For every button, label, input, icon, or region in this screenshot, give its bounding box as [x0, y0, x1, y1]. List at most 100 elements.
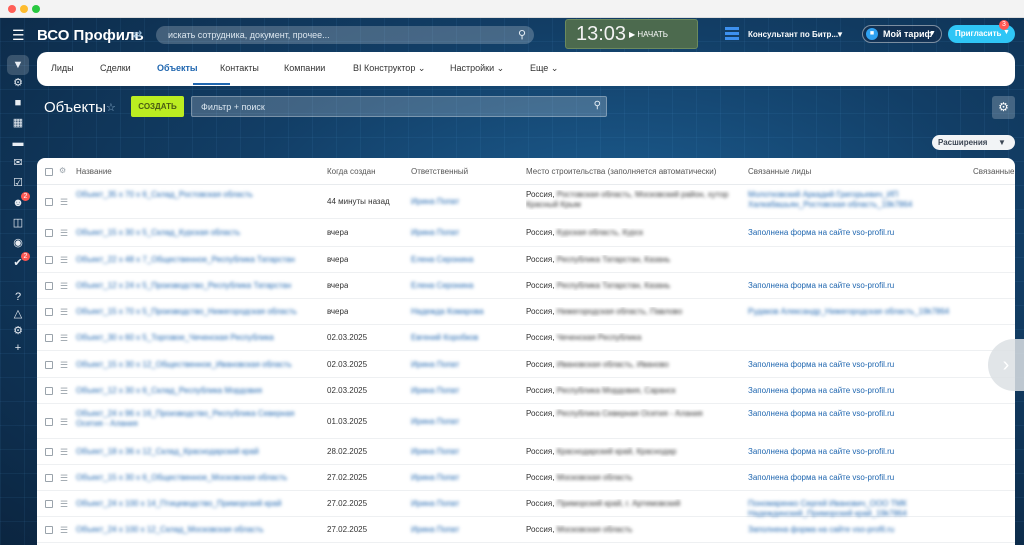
chevron-down-icon[interactable]: ▼ [836, 30, 844, 39]
object-name-link[interactable]: Объект_24 x 100 x 12_Склад_Московская об… [76, 525, 312, 535]
tab-bi-builder[interactable]: BI Конструктор ⌄ [353, 63, 425, 74]
tab-objects[interactable]: Объекты [157, 63, 198, 73]
table-row[interactable]: ☰ Объект_24 x 96 x 16_Производство_Респуб… [37, 404, 1015, 439]
responsible-link[interactable]: Надежда Комарова [411, 307, 511, 316]
tab-contacts[interactable]: Контакты [220, 63, 259, 73]
row-checkbox[interactable] [45, 387, 53, 395]
row-checkbox[interactable] [45, 474, 53, 482]
table-row[interactable]: ☰ Объект_12 x 24 x 5_Производство_Республ… [37, 273, 1015, 299]
tab-leads[interactable]: Лиды [51, 63, 74, 73]
telephony-icon[interactable]: ◉ [11, 236, 25, 250]
select-all-checkbox[interactable] [45, 168, 53, 176]
tab-more[interactable]: Еще ⌄ [530, 63, 558, 74]
linked-lead-link[interactable]: Заполнена форма на сайте vso-profil.ru [748, 447, 968, 457]
table-row[interactable]: ☰ Объект_15 x 70 x 5_Производство_Нижегор… [37, 299, 1015, 325]
list-settings-button[interactable]: ⚙ [992, 96, 1015, 119]
search-icon[interactable]: ⚲ [594, 100, 601, 111]
responsible-link[interactable]: Ирина Попат [411, 473, 511, 482]
row-menu-icon[interactable]: ☰ [60, 228, 68, 239]
row-menu-icon[interactable]: ☰ [60, 255, 68, 266]
responsible-link[interactable]: Ирина Попат [411, 360, 511, 369]
filter-search[interactable]: ⚲ [191, 96, 607, 117]
crm-icon[interactable]: ⚙ [11, 76, 25, 90]
tariff-button[interactable]: ■ Мой тариф ▼ [862, 25, 942, 43]
row-checkbox[interactable] [45, 282, 53, 290]
minimize-window-button[interactable] [20, 5, 28, 13]
row-checkbox[interactable] [45, 334, 53, 342]
column-leads[interactable]: Связанные лиды [748, 167, 811, 176]
search-icon[interactable]: ⚲ [518, 28, 526, 41]
table-row[interactable]: ☰ Объект_22 x 48 x 7_Общественное_Республ… [37, 247, 1015, 273]
invite-button[interactable]: Пригласить ▼ 3 [948, 20, 1015, 43]
responsible-link[interactable]: Ирина Попат [411, 228, 511, 237]
approvals-icon[interactable]: ✔ 2 [11, 252, 30, 270]
linked-lead-link[interactable]: Заполнена форма на сайте vso-profil.ru [748, 281, 968, 291]
row-menu-icon[interactable]: ☰ [60, 525, 68, 536]
object-name-link[interactable]: Объект_12 x 30 x 6_Склад_Республика Морд… [76, 386, 312, 396]
column-created[interactable]: Когда создан [327, 167, 375, 176]
row-checkbox[interactable] [45, 361, 53, 369]
object-name-link[interactable]: Объект_15 x 70 x 5_Производство_Нижегоро… [76, 307, 312, 317]
object-name-link[interactable]: Объект_18 x 36 x 12_Склад_Краснодарский … [76, 447, 312, 457]
filter-icon[interactable]: ▼ [7, 55, 29, 75]
column-name[interactable]: Название [76, 167, 112, 176]
object-name-link[interactable]: Объект_12 x 24 x 5_Производство_Республи… [76, 281, 312, 291]
extensions-button[interactable]: Расширения ▼ [932, 135, 1015, 150]
table-row[interactable]: ☰ Объект_15 x 30 x 5_Склад_Курская област… [37, 219, 1015, 247]
row-menu-icon[interactable]: ☰ [60, 417, 68, 428]
responsible-link[interactable]: Елена Серонина [411, 255, 511, 264]
linked-lead-link[interactable]: Заполнена форма на сайте vso-profil.ru [748, 525, 968, 535]
row-menu-icon[interactable]: ☰ [60, 333, 68, 344]
table-row[interactable]: ☰ Объект_30 x 60 x 5_Торговое_Чеченская Р… [37, 325, 1015, 351]
row-menu-icon[interactable]: ☰ [60, 281, 68, 292]
responsible-link[interactable]: Ирина Попат [411, 417, 511, 426]
row-menu-icon[interactable]: ☰ [60, 197, 68, 208]
tab-settings[interactable]: Настройки ⌄ [450, 63, 504, 74]
table-row[interactable]: ☰ Объект_15 x 30 x 12_Общественное_Иванов… [37, 351, 1015, 378]
checklist-icon[interactable]: ☑ [11, 176, 25, 190]
close-window-button[interactable] [8, 5, 16, 13]
workday-clock[interactable]: 13:03 ▶ НАЧАТЬ [565, 19, 698, 49]
structure-icon[interactable]: △ [11, 307, 25, 321]
tasks-icon[interactable]: ■ [11, 96, 25, 110]
responsible-link[interactable]: Елена Серонина [411, 281, 511, 290]
responsible-link[interactable]: Ирина Попат [411, 525, 511, 534]
table-row[interactable]: ☰ Объект_12 x 30 x 6_Склад_Республика Мор… [37, 378, 1015, 404]
object-name-link[interactable]: Объект_15 x 30 x 12_Общественное_Ивановс… [76, 360, 312, 370]
object-name-link[interactable]: Объект_24 x 100 x 14_Птицеводство_Примор… [76, 499, 312, 509]
portal-name[interactable]: Консультант по Битр... [748, 30, 838, 39]
plus-icon[interactable]: + [11, 341, 25, 355]
row-checkbox[interactable] [45, 500, 53, 508]
object-name-link[interactable]: Объект_15 x 30 x 6_Общественное_Московск… [76, 473, 312, 483]
linked-lead-link[interactable]: Заполнена форма на сайте vso-profil.ru [748, 409, 968, 419]
table-row[interactable]: ☰ Объект_15 x 30 x 6_Общественное_Московс… [37, 465, 1015, 491]
column-responsible[interactable]: Ответственный [411, 167, 468, 176]
object-name-link[interactable]: Объект_15 x 30 x 5_Склад_Курская область [76, 228, 312, 238]
row-menu-icon[interactable]: ☰ [60, 386, 68, 397]
mail-icon[interactable]: ✉ [11, 156, 25, 170]
swap-icon[interactable]: ⇄ [133, 28, 142, 41]
menu-icon[interactable]: ☰ [12, 27, 25, 44]
row-menu-icon[interactable]: ☰ [60, 360, 68, 371]
row-menu-icon[interactable]: ☰ [60, 447, 68, 458]
contacts-icon[interactable]: ☻ 2 [11, 192, 30, 210]
table-row[interactable]: ☰ Объект_18 x 36 x 12_Склад_Краснодарский… [37, 439, 1015, 465]
table-row[interactable]: ☰ Объект_24 x 100 x 14_Птицеводство_Примо… [37, 491, 1015, 518]
object-name-link[interactable]: Объект_24 x 96 x 16_Производство_Республ… [76, 409, 312, 429]
column-more[interactable]: Связанные [973, 167, 1014, 176]
star-icon[interactable]: ☆ [106, 101, 116, 114]
row-menu-icon[interactable]: ☰ [60, 307, 68, 318]
brand-title[interactable]: ВСО Профиль [37, 27, 144, 44]
row-checkbox[interactable] [45, 229, 53, 237]
maximize-window-button[interactable] [32, 5, 40, 13]
calendar-icon[interactable]: ▦ [11, 116, 25, 130]
linked-lead-link[interactable]: Заполнена форма на сайте vso-profil.ru [748, 360, 968, 370]
tab-companies[interactable]: Компании [284, 63, 325, 73]
linked-lead-link[interactable]: Молотковский Аркадий Григорьевич_ИП Халк… [748, 190, 968, 210]
row-menu-icon[interactable]: ☰ [60, 499, 68, 510]
linked-lead-link[interactable]: Заполнена форма на сайте vso-profil.ru [748, 386, 968, 396]
object-name-link[interactable]: Объект_22 x 48 x 7_Общественное_Республи… [76, 255, 312, 265]
object-name-link[interactable]: Объект_30 x 60 x 5_Торговое_Чеченская Ре… [76, 333, 312, 343]
row-checkbox[interactable] [45, 256, 53, 264]
responsible-link[interactable]: Ирина Попат [411, 386, 511, 395]
